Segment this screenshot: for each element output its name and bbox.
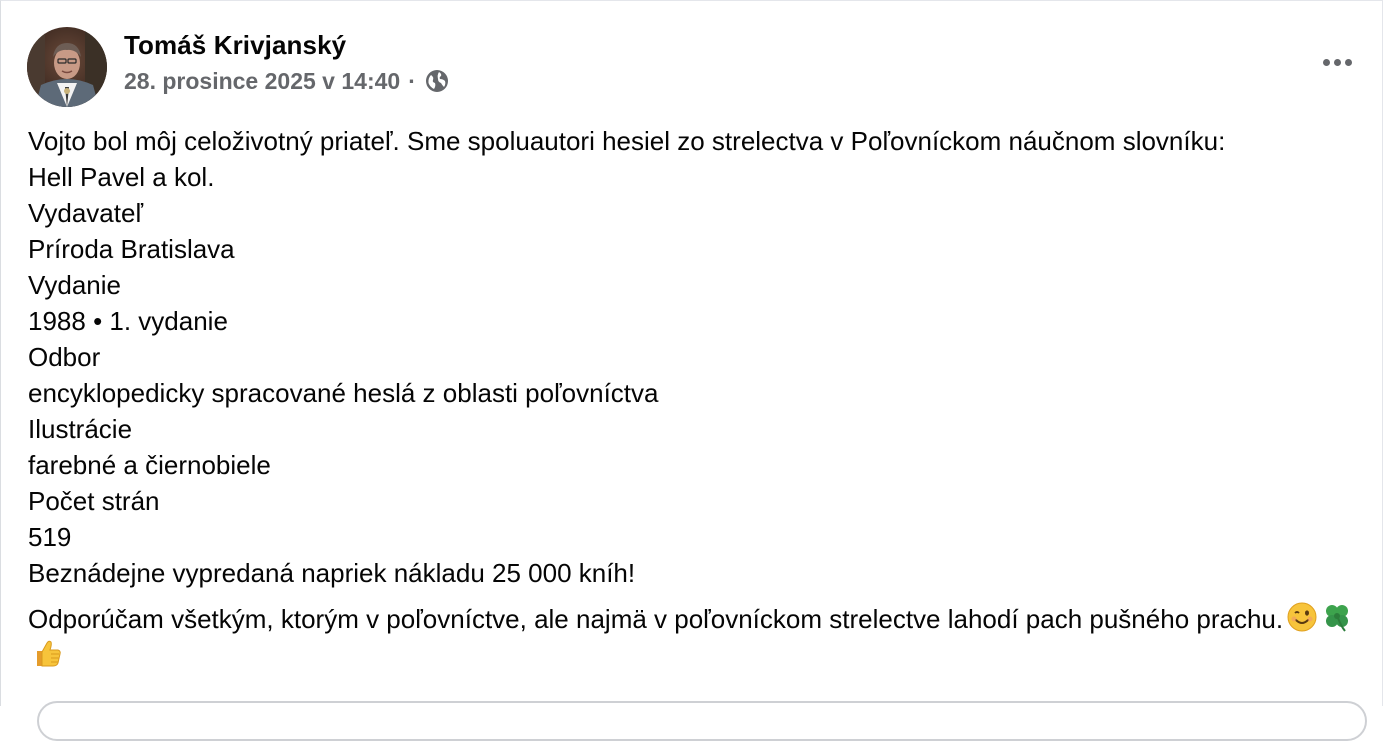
post-line: Vydavateľ xyxy=(28,198,144,228)
four-leaf-clover-emoji xyxy=(1321,601,1353,633)
post-line: Vojto bol môj celoživotný priateľ. Sme s… xyxy=(28,126,1226,156)
post-card: Tomáš Krivjanský 28. prosince 2025 v 14:… xyxy=(0,0,1383,741)
post-header: Tomáš Krivjanský 28. prosince 2025 v 14:… xyxy=(27,27,450,107)
post-subline: 28. prosince 2025 v 14:40 · xyxy=(124,66,450,96)
post-paragraph-2-text: Odporúčam všetkým, ktorým v poľovníctve,… xyxy=(28,604,1284,634)
post-line: Beznádejne vypredaná napriek nákladu 25 … xyxy=(28,558,636,588)
more-options-icon-dot xyxy=(1333,58,1341,66)
post-meta: Tomáš Krivjanský 28. prosince 2025 v 14:… xyxy=(124,29,450,96)
post-timestamp[interactable]: 28. prosince 2025 v 14:40 xyxy=(124,66,400,96)
globe-icon[interactable] xyxy=(424,68,450,94)
more-options-icon-dot xyxy=(1344,58,1352,66)
post-line: Vydanie xyxy=(28,270,121,300)
post-paragraph-2: Odporúčam všetkým, ktorým v poľovníctve,… xyxy=(28,601,1368,673)
post-line: encyklopedicky spracované heslá z oblast… xyxy=(28,378,659,408)
post-line: Počet strán xyxy=(28,486,160,516)
post-line: Odbor xyxy=(28,342,101,372)
post-line: Príroda Bratislava xyxy=(28,234,235,264)
post-line: 1988 • 1. vydanie xyxy=(28,306,228,336)
comment-input[interactable] xyxy=(37,701,1367,741)
more-options-icon xyxy=(1322,58,1330,66)
separator-dot: · xyxy=(408,68,416,94)
winking-face-emoji xyxy=(1286,601,1318,633)
post-line: Hell Pavel a kol. xyxy=(28,162,215,192)
post-line: farebné a čiernobiele xyxy=(28,450,271,480)
post-body: Vojto bol môj celoživotný priateľ. Sme s… xyxy=(28,123,1368,673)
more-options-button[interactable] xyxy=(1318,47,1356,77)
avatar[interactable] xyxy=(27,27,107,107)
thumbs-up-emoji xyxy=(31,637,63,669)
post-paragraph-1: Vojto bol môj celoživotný priateľ. Sme s… xyxy=(28,123,1368,591)
post-line: Ilustrácie xyxy=(28,414,133,444)
author-name[interactable]: Tomáš Krivjanský xyxy=(124,29,450,61)
post-line: 519 xyxy=(28,522,72,552)
